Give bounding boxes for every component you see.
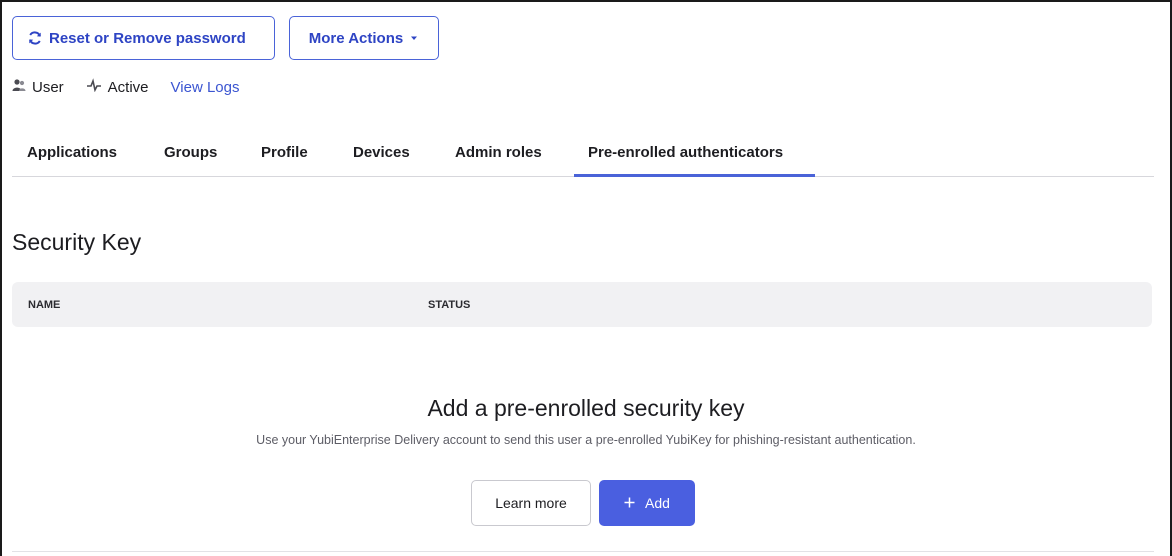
reset-password-label: Reset or Remove password xyxy=(49,29,246,47)
activity-icon xyxy=(86,78,102,96)
user-icon xyxy=(12,78,26,96)
learn-more-button[interactable]: Learn more xyxy=(471,480,591,526)
refresh-icon xyxy=(27,30,43,46)
section-title: Security Key xyxy=(12,229,142,255)
plus-icon xyxy=(624,495,635,511)
more-actions-label: More Actions xyxy=(308,29,404,47)
column-header-status: STATUS xyxy=(428,299,471,311)
view-logs-link[interactable]: View Logs xyxy=(171,79,240,96)
divider xyxy=(12,551,1154,552)
tab-bar: Applications Groups Profile Devices Admi… xyxy=(12,132,1154,177)
empty-state-title: Add a pre-enrolled security key xyxy=(427,395,745,421)
table-header: NAME STATUS xyxy=(12,282,1152,327)
more-actions-button[interactable]: More Actions xyxy=(289,16,439,60)
empty-state-description: Use your YubiEnterprise Delivery account… xyxy=(256,433,916,447)
user-type-label: User xyxy=(32,78,64,96)
reset-password-button[interactable]: Reset or Remove password xyxy=(12,16,275,60)
user-type: User xyxy=(12,78,64,96)
tab-admin-roles[interactable]: Admin roles xyxy=(455,132,542,177)
user-status-label: Active xyxy=(107,78,149,96)
add-label: Add xyxy=(645,495,670,511)
tab-profile[interactable]: Profile xyxy=(261,132,308,177)
tab-pre-enrolled-authenticators[interactable]: Pre-enrolled authenticators xyxy=(574,132,815,177)
user-status: Active xyxy=(86,78,149,96)
tab-applications[interactable]: Applications xyxy=(27,132,117,177)
tab-groups[interactable]: Groups xyxy=(164,132,217,177)
column-header-name: NAME xyxy=(28,299,61,311)
user-meta: User Active View Logs xyxy=(12,78,239,96)
caret-down-icon xyxy=(409,33,419,43)
action-bar: Reset or Remove password More Actions xyxy=(12,16,439,60)
tab-devices[interactable]: Devices xyxy=(353,132,410,177)
add-button[interactable]: Add xyxy=(599,480,695,526)
